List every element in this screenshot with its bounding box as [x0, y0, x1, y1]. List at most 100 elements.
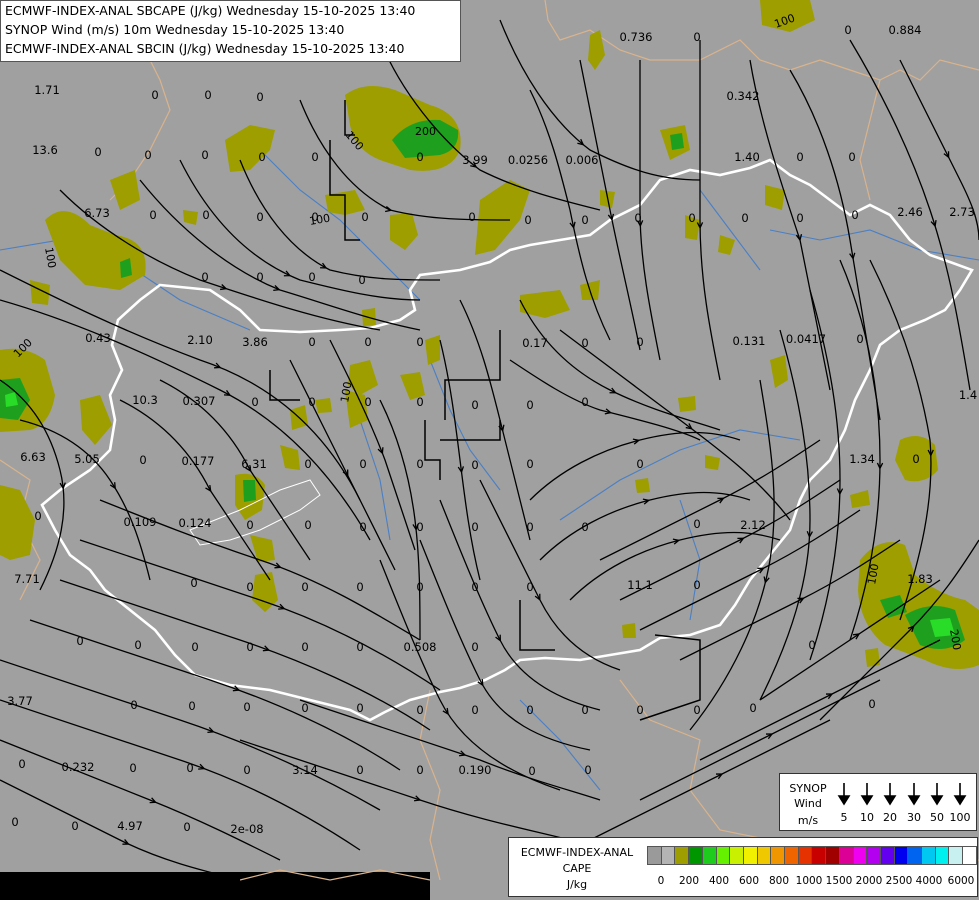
station-value-label: 0.232 — [61, 760, 95, 774]
station-value-label: 0 — [358, 273, 366, 287]
station-value-label: 0 — [183, 820, 191, 834]
station-value-label: 0 — [471, 398, 479, 412]
station-value-label: 0 — [190, 576, 198, 590]
station-value-label: 0 — [634, 211, 642, 225]
cape-tick-label: 0 — [657, 875, 665, 887]
station-value-label: 0 — [844, 23, 852, 37]
wind-speed-label: 50 — [930, 811, 944, 824]
contour-label: 200 — [415, 125, 436, 138]
station-value-label: 0 — [188, 699, 196, 713]
station-value-label: 0 — [359, 457, 367, 471]
synop-wind-legend: SYNOP Wind m/s 5 10 20 30 50 100 — [779, 773, 977, 831]
wind-speed-label: 30 — [907, 811, 921, 824]
station-value-label: 0 — [868, 697, 876, 711]
station-value-label: 1.34 — [849, 452, 875, 466]
station-value-label: 0 — [301, 701, 309, 715]
station-value-label: 4.97 — [117, 819, 143, 833]
cape-tick-label: 2000 — [855, 875, 883, 887]
cape-color-swatch — [962, 846, 978, 865]
station-value-label: 0 — [256, 210, 264, 224]
station-value-label: 0 — [94, 145, 102, 159]
station-value-label: 0 — [581, 213, 589, 227]
station-value-label: 0 — [308, 335, 316, 349]
cape-tick-label: 800 — [768, 875, 790, 887]
station-value-label: 2.46 — [897, 205, 923, 219]
station-value-label: 6.63 — [20, 450, 46, 464]
station-value-label: 13.6 — [32, 143, 58, 157]
station-value-label: 0 — [356, 640, 364, 654]
station-value-label: 0.17 — [522, 336, 548, 350]
station-value-label: 0 — [18, 757, 26, 771]
station-value-label: 0 — [796, 211, 804, 225]
station-value-label: 5.05 — [74, 452, 100, 466]
station-value-label: 0 — [144, 148, 152, 162]
station-value-label: 0.307 — [182, 394, 216, 408]
station-value-label: 0 — [796, 150, 804, 164]
station-value-label: 6.31 — [241, 457, 267, 471]
station-value-label: 7.71 — [14, 572, 40, 586]
station-value-label: 0 — [741, 211, 749, 225]
station-value-label: 0 — [416, 150, 424, 164]
station-value-label: 0 — [693, 703, 701, 717]
station-value-label: 0 — [688, 211, 696, 225]
station-value-label: 0 — [526, 703, 534, 717]
station-value-label: 0 — [301, 580, 309, 594]
station-value-label: 0.131 — [732, 334, 766, 348]
station-value-label: 2.73 — [949, 205, 975, 219]
synop-legend-title: SYNOP — [789, 782, 827, 795]
cape-legend-subtitle: CAPE — [562, 862, 592, 875]
station-value-label: 0 — [308, 270, 316, 284]
station-value-label: 0 — [311, 150, 319, 164]
wind-speed-label: 10 — [860, 811, 874, 824]
cape-tick-label: 400 — [708, 875, 730, 887]
station-value-label: 0 — [304, 457, 312, 471]
station-value-label: 0 — [581, 520, 589, 534]
cape-tick-label: 1000 — [795, 875, 823, 887]
station-value-label: 0 — [471, 640, 479, 654]
station-value-label: 0 — [416, 520, 424, 534]
station-value-label: 6.73 — [84, 206, 110, 220]
station-value-label: 0 — [301, 640, 309, 654]
map-header: ECMWF-INDEX-ANAL SBCAPE (J/kg) Wednesday… — [0, 0, 461, 62]
cape-legend-unit: J/kg — [566, 878, 588, 891]
station-value-label: 0 — [416, 457, 424, 471]
station-value-label: 0 — [139, 453, 147, 467]
station-value-label: 3.99 — [462, 153, 488, 167]
station-value-label: 0 — [808, 638, 816, 652]
station-value-label: 0 — [851, 208, 859, 222]
station-value-label: 0 — [251, 395, 259, 409]
cape-tick-label: 200 — [678, 875, 700, 887]
station-value-label: 0 — [246, 518, 254, 532]
station-value-label: 0 — [471, 520, 479, 534]
station-value-label: 0 — [34, 509, 42, 523]
station-value-label: 0 — [749, 701, 757, 715]
station-value-label: 0 — [246, 580, 254, 594]
station-value-label: 0 — [526, 520, 534, 534]
station-value-label: 0 — [581, 336, 589, 350]
station-value-label: 0 — [416, 703, 424, 717]
station-value-label: 0 — [584, 763, 592, 777]
station-value-label: 0 — [204, 88, 212, 102]
station-value-label: 0 — [246, 640, 254, 654]
station-value-label: 0 — [636, 457, 644, 471]
header-title-cape: ECMWF-INDEX-ANAL SBCAPE (J/kg) Wednesday… — [5, 3, 416, 18]
station-value-label: 1.71 — [34, 83, 60, 97]
station-value-label: 0 — [356, 701, 364, 715]
station-value-label: 0 — [848, 150, 856, 164]
station-value-label: 0.190 — [458, 763, 492, 777]
station-value-label: 0 — [191, 640, 199, 654]
station-value-label: 0 — [359, 520, 367, 534]
cape-legend-title: ECMWF-INDEX-ANAL — [520, 846, 634, 859]
station-value-label: 0 — [361, 210, 369, 224]
station-value-label: 3.86 — [242, 335, 268, 349]
station-value-label: 0.736 — [619, 30, 653, 44]
cape-tick-label: 600 — [738, 875, 760, 887]
station-value-label: 0.006 — [565, 153, 599, 167]
station-value-label: 1.40 — [734, 150, 760, 164]
station-value-label: 3.77 — [7, 694, 33, 708]
station-value-label: 0 — [71, 819, 79, 833]
map-viewer: 100 100 200 100 100 100 100 100 200 1.71… — [0, 0, 979, 900]
station-value-label: 0 — [364, 395, 372, 409]
wind-speed-label: 5 — [840, 811, 848, 824]
station-value-label: 0 — [693, 30, 701, 44]
